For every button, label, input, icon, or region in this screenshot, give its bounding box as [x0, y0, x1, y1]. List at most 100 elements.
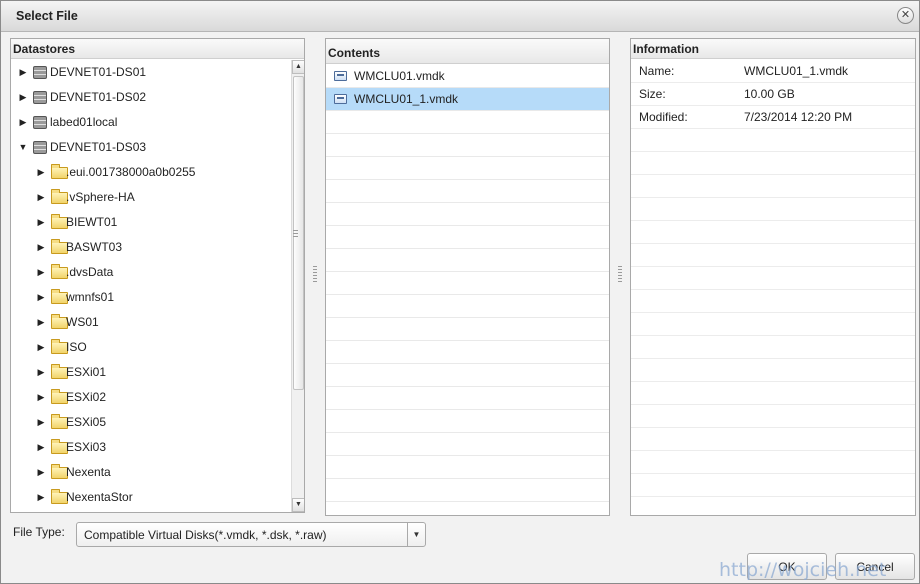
expand-arrow-icon[interactable]: ▶: [36, 185, 46, 210]
expand-arrow-icon[interactable]: ▶: [36, 485, 46, 510]
empty-row: [631, 474, 915, 497]
empty-row: [326, 479, 609, 502]
expand-arrow-icon[interactable]: ▶: [18, 110, 28, 135]
file-row[interactable]: WMCLU01_1.vmdk: [326, 88, 609, 111]
expand-arrow-icon[interactable]: ▶: [36, 310, 46, 335]
splitter-grip-icon[interactable]: [313, 266, 317, 282]
datastore-item[interactable]: ▶ DEVNET01-DS01: [11, 60, 291, 85]
folder-item[interactable]: ▶ BASWT03: [11, 235, 291, 260]
folder-item[interactable]: ▶ ESXi01: [11, 360, 291, 385]
file-row[interactable]: WMCLU01.vmdk: [326, 65, 609, 88]
datastore-item[interactable]: ▶ labed01local: [11, 110, 291, 135]
scroll-down-arrow-icon[interactable]: ▼: [292, 498, 304, 512]
information-list: Name: WMCLU01_1.vmdk Size: 10.00 GB Modified…: [631, 60, 915, 515]
collapse-arrow-icon[interactable]: ▼: [18, 135, 28, 160]
expand-arrow-icon[interactable]: ▶: [36, 210, 46, 235]
folder-item[interactable]: ▶ ISO: [11, 335, 291, 360]
expand-arrow-icon[interactable]: ▶: [36, 435, 46, 460]
information-panel: Information Name: WMCLU01_1.vmdk Size: 10.0…: [630, 38, 916, 516]
scroll-up-arrow-icon[interactable]: ▲: [292, 60, 304, 74]
folder-item[interactable]: ▶ ESXi02: [11, 385, 291, 410]
information-header: Information: [631, 39, 915, 59]
empty-row: [631, 175, 915, 198]
empty-row: [631, 428, 915, 451]
ok-button[interactable]: OK: [747, 553, 827, 580]
empty-row: [631, 336, 915, 359]
empty-row: [326, 249, 609, 272]
tree-item-label: BIEWT01: [66, 215, 118, 229]
expand-arrow-icon[interactable]: ▶: [36, 360, 46, 385]
info-row: Modified: 7/23/2014 12:20 PM: [631, 106, 915, 129]
tree-item-label: ISO: [66, 340, 87, 354]
info-value: 7/23/2014 12:20 PM: [744, 110, 853, 124]
empty-row: [631, 497, 915, 515]
resize-grip-icon[interactable]: [293, 230, 298, 239]
expand-arrow-icon[interactable]: ▶: [36, 235, 46, 260]
empty-row: [631, 198, 915, 221]
empty-row: [631, 129, 915, 152]
folder-item[interactable]: ▶ .vSphere-HA: [11, 185, 291, 210]
tree-item-label: labed01local: [50, 115, 118, 129]
file-type-select[interactable]: Compatible Virtual Disks(*.vmdk, *.dsk, …: [76, 522, 426, 547]
empty-row: [326, 433, 609, 456]
contents-list: WMCLU01.vmdk WMCLU01_1.vmdk: [326, 65, 609, 515]
folder-item[interactable]: ▶ NexentaStor: [11, 485, 291, 510]
datastores-header: Datastores: [11, 39, 304, 59]
expand-arrow-icon[interactable]: ▶: [36, 285, 46, 310]
folder-item[interactable]: ▶ BIEWT01: [11, 210, 291, 235]
tree-item-label: .eui.001738000a0b0255: [66, 165, 196, 179]
empty-row: [326, 180, 609, 203]
tree-item-label: DEVNET01-DS03: [50, 140, 147, 154]
datastore-icon: [33, 66, 47, 79]
folder-item[interactable]: ▶ wmnfs01: [11, 285, 291, 310]
tree-item-label: Nexenta: [66, 465, 111, 479]
contents-panel: Contents WMCLU01.vmdk WMCLU01_1.vmdk: [325, 38, 610, 516]
info-row: Size: 10.00 GB: [631, 83, 915, 106]
datastore-tree: ▶ DEVNET01-DS01 ▶ DEVNET01-DS02 ▶ labed01loca…: [11, 60, 291, 510]
contents-header: Contents: [326, 39, 609, 64]
tree-item-label: ESXi02: [66, 390, 107, 404]
expand-arrow-icon[interactable]: ▶: [36, 410, 46, 435]
folder-item[interactable]: ▶ WS01: [11, 310, 291, 335]
datastore-item[interactable]: ▼ DEVNET01-DS03: [11, 135, 291, 160]
datastore-icon: [33, 141, 47, 154]
folder-item[interactable]: ▶ Nexenta: [11, 460, 291, 485]
empty-row: [326, 111, 609, 134]
tree-item-label: .dvsData: [66, 265, 114, 279]
info-key: Name:: [639, 64, 675, 78]
empty-row: [326, 318, 609, 341]
file-type-label: File Type:: [13, 525, 65, 539]
expand-arrow-icon[interactable]: ▶: [36, 385, 46, 410]
empty-row: [631, 152, 915, 175]
empty-row: [631, 405, 915, 428]
expand-arrow-icon[interactable]: ▶: [36, 260, 46, 285]
empty-row: [326, 272, 609, 295]
expand-arrow-icon[interactable]: ▶: [36, 160, 46, 185]
datastores-scrollbar[interactable]: ▲ ▼: [291, 60, 304, 512]
expand-arrow-icon[interactable]: ▶: [36, 335, 46, 360]
info-key: Size:: [639, 87, 666, 101]
tree-item-label: NexentaStor: [66, 490, 133, 504]
close-icon[interactable]: ✕: [897, 7, 914, 24]
empty-row: [326, 203, 609, 226]
expand-arrow-icon[interactable]: ▶: [36, 460, 46, 485]
dialog-title: Select File: [16, 9, 78, 23]
virtual-disk-icon: [334, 94, 347, 104]
empty-row: [326, 157, 609, 180]
splitter-grip-icon[interactable]: [618, 266, 622, 282]
cancel-button[interactable]: Cancel: [835, 553, 915, 580]
expand-arrow-icon[interactable]: ▶: [18, 60, 28, 85]
datastore-item[interactable]: ▶ DEVNET01-DS02: [11, 85, 291, 110]
folder-item[interactable]: ▶ ESXi03: [11, 435, 291, 460]
empty-row: [326, 134, 609, 157]
folder-item[interactable]: ▶ .eui.001738000a0b0255: [11, 160, 291, 185]
expand-arrow-icon[interactable]: ▶: [18, 85, 28, 110]
chevron-down-icon[interactable]: ▼: [407, 523, 425, 546]
splitter-right[interactable]: [615, 38, 625, 516]
folder-item[interactable]: ▶ .dvsData: [11, 260, 291, 285]
empty-row: [631, 244, 915, 267]
folder-item[interactable]: ▶ ESXi05: [11, 410, 291, 435]
dialog-title-bar: Select File ✕: [1, 1, 919, 32]
tree-item-label: ESXi03: [66, 440, 107, 454]
splitter-left[interactable]: [310, 38, 320, 516]
